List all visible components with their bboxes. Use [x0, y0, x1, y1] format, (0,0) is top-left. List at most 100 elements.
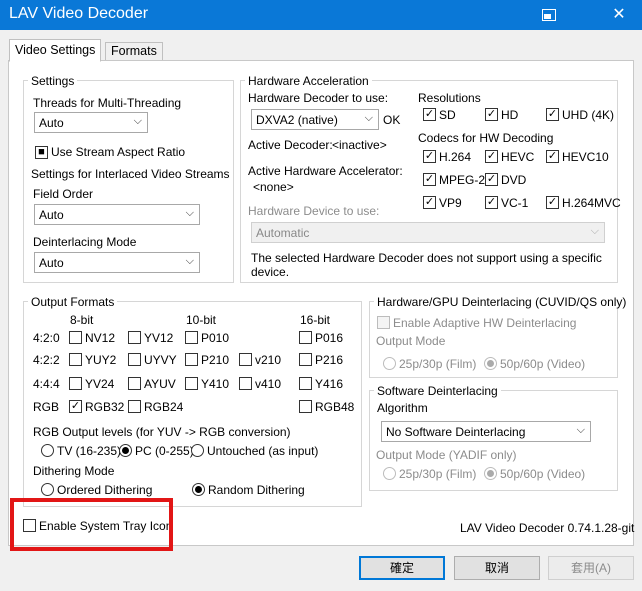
codec-h264mvc-label: H.264MVC — [562, 196, 621, 210]
row-444-label: 4:4:4 — [33, 377, 60, 391]
window-title: LAV Video Decoder — [9, 5, 149, 22]
stream-aspect-label: Use Stream Aspect Ratio — [51, 145, 186, 159]
settings-title: Settings — [28, 74, 78, 88]
rgb-untouched-radio[interactable] — [191, 444, 204, 457]
res-hd-checkbox[interactable]: ✓ — [485, 108, 498, 121]
hw-deint-film-radio[interactable] — [383, 357, 396, 370]
fmt-y410-label: Y410 — [201, 377, 230, 391]
codec-hevc-checkbox[interactable]: ✓ — [485, 150, 498, 163]
help-button[interactable] — [526, 0, 572, 30]
fmt-uyvy-checkbox[interactable] — [128, 353, 141, 366]
fmt-rgb48-checkbox[interactable] — [299, 400, 312, 413]
fmt-yv12-checkbox[interactable] — [128, 331, 141, 344]
ok-button[interactable]: 確定 — [359, 556, 445, 580]
row-rgb-label: RGB — [33, 400, 60, 414]
res-hd-label: HD — [501, 108, 519, 122]
res-uhd-label: UHD (4K) — [562, 108, 615, 122]
res-uhd-checkbox[interactable]: ✓ — [546, 108, 559, 121]
codec-h264-checkbox[interactable]: ✓ — [423, 150, 436, 163]
dither-label: Dithering Mode — [33, 464, 115, 478]
fmt-rgb24-checkbox[interactable] — [128, 400, 141, 413]
cancel-button[interactable]: 取消 — [454, 556, 540, 580]
fmt-yv24-checkbox[interactable] — [69, 377, 82, 390]
codec-dvd-label: DVD — [501, 173, 527, 187]
chevron-down-icon: ⌵ — [185, 207, 194, 219]
col-16bit-label: 16-bit — [300, 313, 331, 327]
rgb-untouched-label: Untouched (as input) — [207, 444, 319, 458]
rgb-tv-radio[interactable] — [41, 444, 54, 457]
codec-mpeg2-label: MPEG-2 — [439, 173, 486, 187]
fmt-rgb32-checkbox[interactable]: ✓ — [69, 400, 82, 413]
threads-value: Auto — [39, 116, 64, 130]
hw-deint-video-radio[interactable] — [484, 357, 497, 370]
codec-vp9-checkbox[interactable]: ✓ — [423, 196, 436, 209]
output-formats-title: Output Formats — [28, 295, 118, 309]
codec-hevc10-label: HEVC10 — [562, 150, 609, 164]
fmt-p016-checkbox[interactable] — [299, 331, 312, 344]
tab-formats[interactable]: Formats — [105, 42, 163, 62]
fmt-yuy2-checkbox[interactable] — [69, 353, 82, 366]
threads-label: Threads for Multi-Threading — [33, 96, 182, 110]
fmt-y410-checkbox[interactable] — [185, 377, 198, 390]
sw-deint-film-label: 25p/30p (Film) — [399, 467, 477, 481]
hw-deint-checkbox[interactable] — [377, 316, 390, 329]
fmt-yuy2-label: YUY2 — [85, 353, 117, 367]
active-decoder-label: Active Decoder: — [248, 138, 333, 152]
fmt-y416-label: Y416 — [315, 377, 344, 391]
fmt-y416-checkbox[interactable] — [299, 377, 312, 390]
fmt-p216-label: P216 — [315, 353, 344, 367]
dither-random-label: Random Dithering — [208, 483, 305, 497]
fmt-p010-checkbox[interactable] — [185, 331, 198, 344]
codec-vp9-label: VP9 — [439, 196, 462, 210]
sw-deint-title: Software Deinterlacing — [374, 384, 501, 398]
res-sd-label: SD — [439, 108, 456, 122]
sw-deint-film-radio[interactable] — [383, 467, 396, 480]
fmt-p216-checkbox[interactable] — [299, 353, 312, 366]
tab-video-settings[interactable]: Video Settings — [9, 39, 102, 62]
rgb-pc-radio[interactable] — [119, 444, 132, 457]
fmt-p210-checkbox[interactable] — [185, 353, 198, 366]
stream-aspect-checkbox[interactable]: ■ — [35, 146, 48, 159]
codecs-title: Codecs for HW Decoding — [418, 131, 554, 145]
deint-mode-select[interactable]: Auto ⌵ — [34, 252, 200, 273]
fmt-ayuv-checkbox[interactable] — [128, 377, 141, 390]
hw-device-select[interactable]: Automatic ⌵ — [251, 222, 605, 243]
field-order-select[interactable]: Auto ⌵ — [34, 204, 200, 225]
sw-deint-video-radio[interactable] — [484, 467, 497, 480]
chevron-down-icon: ⌵ — [133, 115, 142, 127]
codec-hevc10-checkbox[interactable]: ✓ — [546, 150, 559, 163]
fmt-v410-checkbox[interactable] — [239, 377, 252, 390]
fmt-v210-checkbox[interactable] — [239, 353, 252, 366]
codec-hevc-label: HEVC — [501, 150, 535, 164]
hw-device-value: Automatic — [256, 226, 310, 240]
dither-ordered-radio[interactable] — [41, 483, 54, 496]
fmt-nv12-checkbox[interactable] — [69, 331, 82, 344]
row-420-label: 4:2:0 — [33, 331, 60, 345]
fmt-v410-label: v410 — [255, 377, 282, 391]
dither-random-radio[interactable] — [192, 483, 205, 496]
algorithm-select[interactable]: No Software Deinterlacing ⌵ — [381, 421, 591, 442]
codec-h264mvc-checkbox[interactable]: ✓ — [546, 196, 559, 209]
row-422-label: 4:2:2 — [33, 353, 60, 367]
fmt-p010-label: P010 — [201, 331, 230, 345]
highlight-box — [10, 498, 173, 551]
rgb-levels-label: RGB Output levels (for YUV -> RGB conver… — [33, 425, 291, 439]
chevron-down-icon: ⌵ — [576, 424, 585, 436]
fmt-nv12-label: NV12 — [85, 331, 116, 345]
fmt-p210-label: P210 — [201, 353, 230, 367]
title-bar: LAV Video Decoder ✕ — [0, 0, 642, 30]
codec-mpeg2-checkbox[interactable]: ✓ — [423, 173, 436, 186]
hw-deint-video-label: 50p/60p (Video) — [500, 357, 586, 371]
close-button[interactable]: ✕ — [596, 0, 642, 30]
res-sd-checkbox[interactable]: ✓ — [423, 108, 436, 121]
threads-select[interactable]: Auto ⌵ — [34, 112, 148, 133]
codec-dvd-checkbox[interactable]: ✓ — [485, 173, 498, 186]
hwaccel-title: Hardware Acceleration — [245, 74, 372, 88]
fmt-rgb48-label: RGB48 — [315, 400, 355, 414]
apply-button[interactable]: 套用(A) — [548, 556, 634, 580]
fmt-v210-label: v210 — [255, 353, 282, 367]
hw-decoder-select[interactable]: DXVA2 (native) ⌵ — [251, 109, 379, 130]
chevron-down-icon: ⌵ — [185, 255, 194, 267]
codec-vc1-checkbox[interactable]: ✓ — [485, 196, 498, 209]
deint-mode-label: Deinterlacing Mode — [33, 235, 137, 249]
